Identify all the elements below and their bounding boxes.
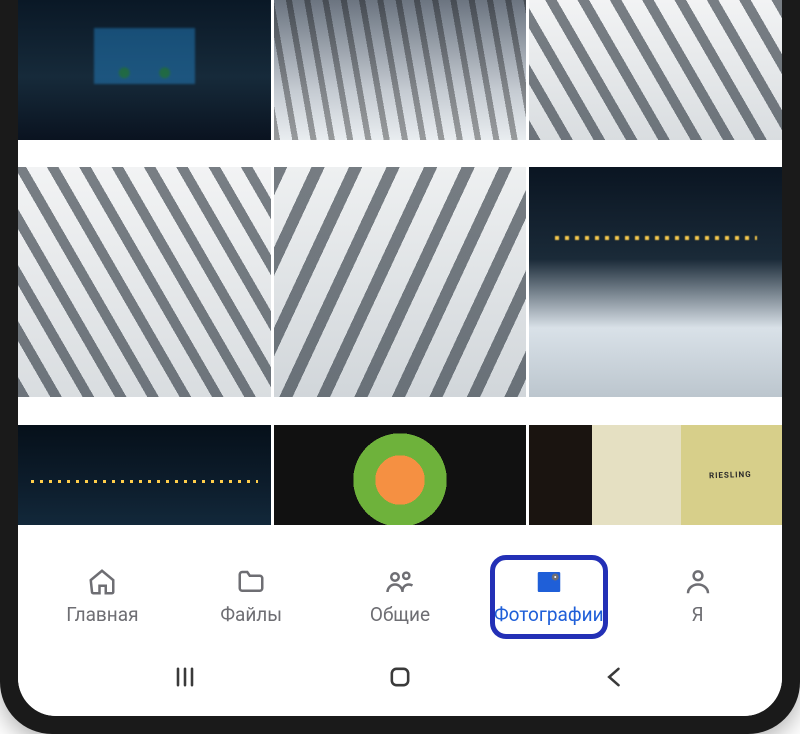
home-button[interactable] [365, 657, 435, 697]
recent-apps-button[interactable] [150, 657, 220, 697]
photo-grid[interactable] [18, 0, 782, 549]
nav-label: Фотографии [494, 603, 604, 626]
nav-home[interactable]: Главная [47, 557, 157, 637]
home-icon [87, 567, 117, 597]
photo-thumbnail[interactable] [529, 425, 782, 525]
screen: Главная Файлы Общие Фотографии Я [18, 0, 782, 716]
back-button[interactable] [580, 657, 650, 697]
photos-icon [534, 567, 564, 597]
back-icon [601, 663, 629, 691]
photo-thumbnail[interactable] [274, 425, 527, 525]
nav-me[interactable]: Я [643, 557, 753, 637]
photo-thumbnail[interactable] [18, 167, 271, 397]
nav-label: Главная [66, 603, 138, 626]
photo-thumbnail[interactable] [18, 425, 271, 525]
profile-icon [683, 567, 713, 597]
nav-files[interactable]: Файлы [196, 557, 306, 637]
home-system-icon [386, 663, 414, 691]
people-icon [385, 567, 415, 597]
nav-label: Я [692, 603, 704, 626]
photo-thumbnail[interactable] [529, 0, 782, 140]
recent-apps-icon [171, 663, 199, 691]
photo-thumbnail[interactable] [274, 167, 527, 397]
photo-thumbnail[interactable] [18, 0, 271, 140]
nav-label: Файлы [220, 603, 282, 626]
nav-label: Общие [370, 603, 430, 626]
photo-thumbnail[interactable] [529, 167, 782, 397]
phone-frame: Главная Файлы Общие Фотографии Я [0, 0, 800, 734]
nav-photos[interactable]: Фотографии [494, 557, 604, 637]
nav-shared[interactable]: Общие [345, 557, 455, 637]
folder-icon [236, 567, 266, 597]
system-nav-bar [18, 644, 782, 716]
photo-thumbnail[interactable] [274, 0, 527, 140]
app-bottom-nav: Главная Файлы Общие Фотографии Я [18, 549, 782, 644]
